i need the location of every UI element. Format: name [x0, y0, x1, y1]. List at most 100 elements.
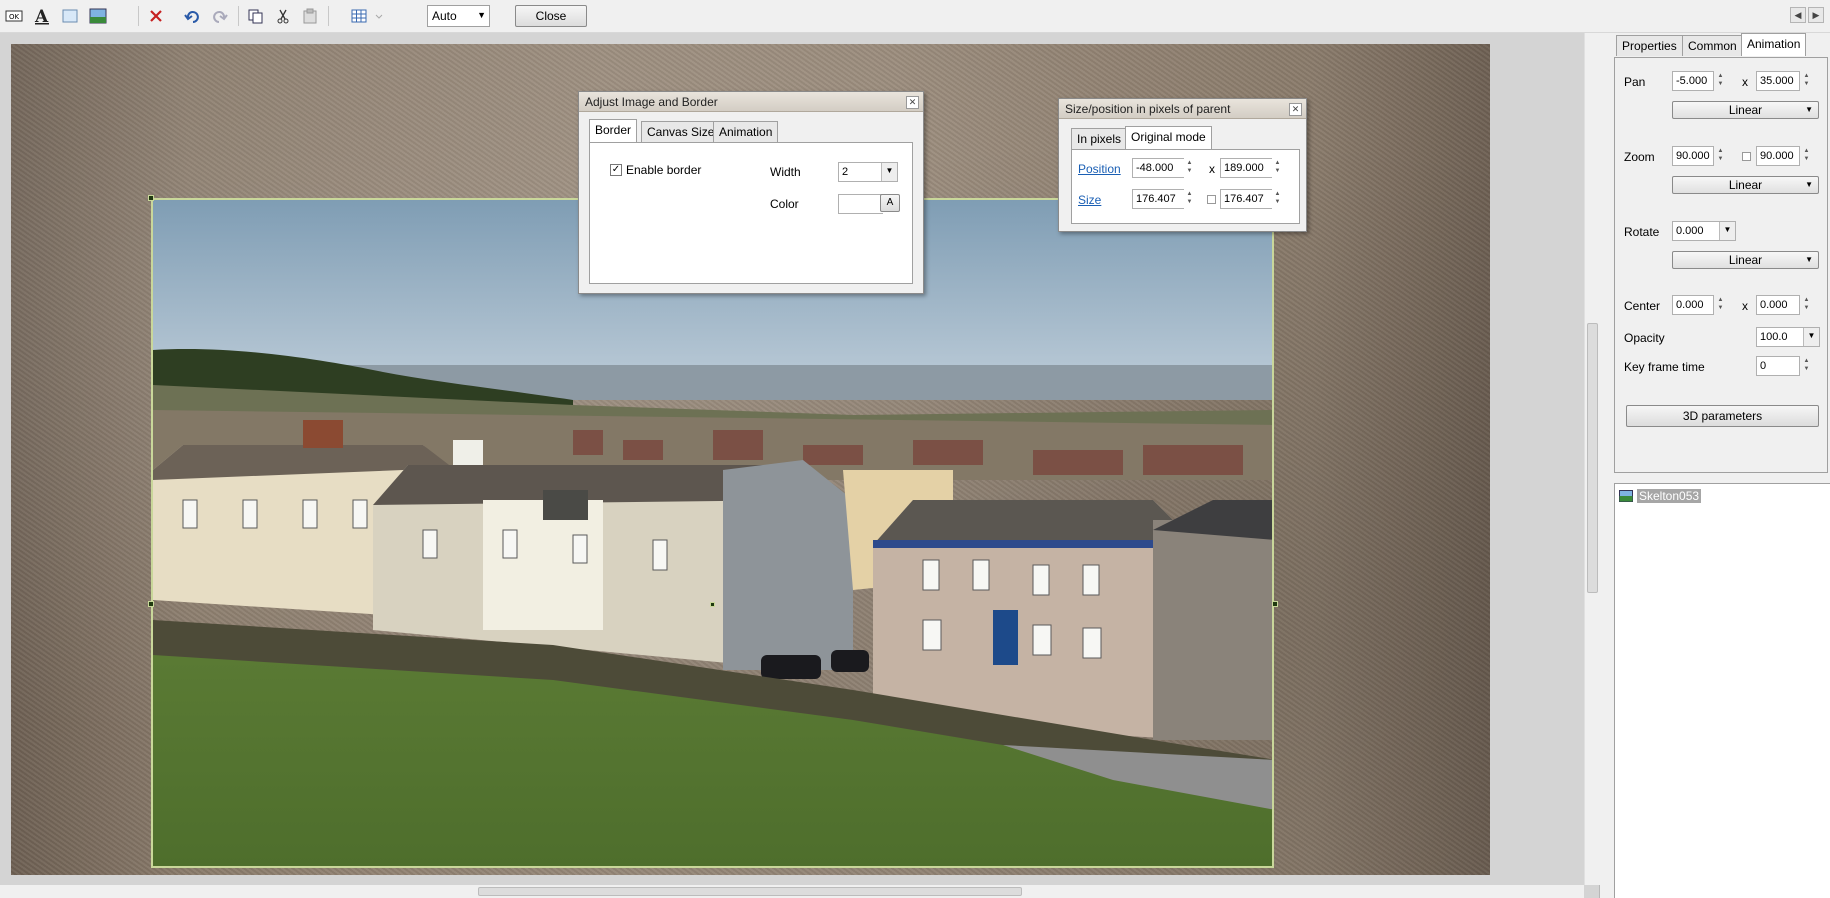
position-y-spinner[interactable]: ▲ ▼ [1272, 159, 1283, 177]
size-height-spinner[interactable]: ▲ ▼ [1272, 190, 1283, 208]
pan-interpolation-value: Linear [1728, 103, 1763, 117]
pan-y-spinner[interactable]: ▲ ▼ [1801, 72, 1812, 90]
tab-border[interactable]: Border [589, 119, 638, 142]
x-separator: x [1742, 75, 1748, 89]
x-separator: x [1742, 299, 1748, 313]
pan-x-spinner[interactable]: ▲ ▼ [1715, 72, 1726, 90]
original-mode-panel: Position -48.000 ▲ ▼ x 189.000 ▲ ▼ Size 17… [1071, 149, 1300, 224]
zoom-select[interactable]: Auto ▼ [427, 5, 490, 27]
object-list: Skelton053 [1614, 483, 1830, 898]
keyframe-input[interactable]: 0 [1756, 356, 1800, 376]
zoom-select-value: Auto [432, 9, 457, 23]
chevron-right-icon[interactable]: ▶ [1808, 7, 1824, 23]
keyframe-spinner[interactable]: ▲ ▼ [1801, 357, 1812, 375]
ok-icon[interactable]: OK [4, 6, 24, 26]
width-value: 2 [842, 166, 849, 178]
pan-interpolation-dropdown[interactable]: Linear ▼ [1672, 101, 1819, 119]
tab-properties[interactable]: Properties [1616, 35, 1683, 56]
right-panel: Properties Common Animation Pan -5.000 ▲… [1600, 33, 1830, 898]
grid-icon[interactable] [349, 6, 369, 26]
size-link[interactable]: Size [1078, 193, 1101, 207]
image-icon [1619, 490, 1633, 502]
zoom-x-spinner[interactable]: ▲ ▼ [1715, 147, 1726, 165]
opacity-input[interactable]: 100.0 ▼ [1756, 327, 1820, 347]
zoom-x-input[interactable]: 90.000 [1672, 146, 1714, 166]
close-icon[interactable]: ✕ [906, 96, 919, 109]
list-item[interactable]: Skelton053 [1619, 488, 1702, 504]
rotate-interpolation-dropdown[interactable]: Linear ▼ [1672, 251, 1819, 269]
tab-common[interactable]: Common [1682, 35, 1743, 56]
zoom-label: Zoom [1624, 150, 1655, 164]
zoom-interpolation-dropdown[interactable]: Linear ▼ [1672, 176, 1819, 194]
horizontal-scroll-thumb[interactable] [478, 887, 1022, 896]
paste-icon[interactable] [300, 6, 320, 26]
adjust-image-dialog: Adjust Image and Border ✕ Border Canvas … [578, 91, 924, 294]
x-separator: x [1209, 162, 1215, 176]
size-width-input[interactable]: 176.407 [1132, 189, 1184, 209]
width-select[interactable]: 2 ▼ [838, 162, 898, 182]
center-y-spinner[interactable]: ▲ ▼ [1801, 296, 1812, 314]
rotate-label: Rotate [1624, 225, 1660, 239]
svg-text:OK: OK [9, 13, 20, 21]
pan-x-input[interactable]: -5.000 [1672, 71, 1714, 91]
keyframe-label: Key frame time [1624, 360, 1705, 374]
resize-handle-right[interactable] [1272, 601, 1278, 607]
color-picker-button[interactable]: A [880, 194, 900, 212]
size-height-input[interactable]: 176.407 [1220, 189, 1272, 209]
position-x-spinner[interactable]: ▲ ▼ [1184, 159, 1195, 177]
copy-icon[interactable] [245, 6, 265, 26]
chevron-down-icon: ▼ [1805, 180, 1813, 189]
rectangle-icon[interactable] [60, 6, 80, 26]
color-swatch[interactable] [838, 194, 883, 214]
cut-icon[interactable] [273, 6, 293, 26]
resize-handle-left[interactable] [148, 601, 154, 607]
tab-animation[interactable]: Animation [1741, 33, 1807, 56]
center-label: Center [1624, 299, 1661, 313]
position-x-input[interactable]: -48.000 [1132, 158, 1184, 178]
chevron-down-icon: ▼ [1803, 328, 1819, 346]
zoom-lock-checkbox[interactable] [1742, 152, 1751, 161]
grid-dropdown-icon[interactable] [369, 6, 389, 26]
color-label: Color [770, 197, 799, 211]
toolbar: OK A Auto ▼ Close ◀ ▶ [0, 0, 1830, 33]
vertical-scrollbar[interactable] [1584, 33, 1600, 885]
horizontal-scrollbar[interactable] [0, 885, 1584, 898]
tab-animation[interactable]: Animation [713, 121, 779, 142]
close-button[interactable]: Close [515, 5, 587, 27]
enable-border-checkbox[interactable]: ✓ [610, 164, 622, 176]
width-label: Width [770, 165, 801, 179]
rotate-input[interactable]: 0.000 ▼ [1672, 221, 1736, 241]
redo-icon[interactable] [210, 6, 230, 26]
center-x-input[interactable]: 0.000 [1672, 295, 1714, 315]
undo-icon[interactable] [182, 6, 202, 26]
center-handle[interactable] [710, 602, 715, 607]
text-icon[interactable]: A [32, 6, 52, 26]
resize-handle-tl[interactable] [148, 195, 154, 201]
selected-image[interactable] [151, 198, 1274, 868]
position-y-input[interactable]: 189.000 [1220, 158, 1272, 178]
tab-canvas-size[interactable]: Canvas Size [641, 121, 721, 142]
tab-original-mode[interactable]: Original mode [1125, 126, 1212, 149]
center-x-spinner[interactable]: ▲ ▼ [1715, 296, 1726, 314]
pan-label: Pan [1624, 75, 1646, 89]
dialog-title: Adjust Image and Border [579, 92, 923, 112]
opacity-label: Opacity [1624, 331, 1665, 345]
3d-parameters-button[interactable]: 3D parameters [1626, 405, 1819, 427]
vertical-scroll-thumb[interactable] [1587, 323, 1598, 593]
position-link[interactable]: Position [1078, 162, 1121, 176]
zoom-y-input[interactable]: 90.000 [1756, 146, 1800, 166]
delete-icon[interactable] [146, 6, 166, 26]
border-tab-panel: ✓ Enable border Width 2 ▼ Color A [589, 142, 913, 284]
chevron-left-icon[interactable]: ◀ [1790, 7, 1806, 23]
close-icon[interactable]: ✕ [1289, 103, 1302, 116]
size-position-dialog: Size/position in pixels of parent ✕ In p… [1058, 98, 1307, 232]
zoom-y-spinner[interactable]: ▲ ▼ [1801, 147, 1812, 165]
lock-aspect-checkbox[interactable] [1207, 195, 1216, 204]
chevron-down-icon: ▼ [881, 163, 897, 181]
tab-in-pixels[interactable]: In pixels [1071, 128, 1128, 149]
center-y-input[interactable]: 0.000 [1756, 295, 1800, 315]
size-width-spinner[interactable]: ▲ ▼ [1184, 190, 1195, 208]
image-icon[interactable] [88, 6, 108, 26]
rotate-interpolation-value: Linear [1728, 253, 1763, 267]
pan-y-input[interactable]: 35.000 [1756, 71, 1800, 91]
